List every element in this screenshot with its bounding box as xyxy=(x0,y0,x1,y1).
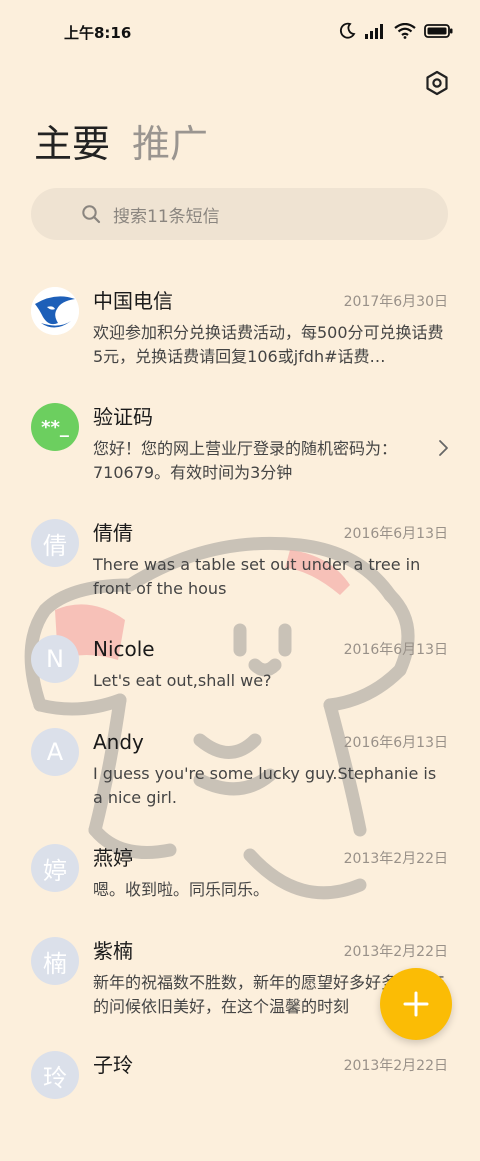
conversation-date: 2016年6月13日 xyxy=(343,642,448,658)
conversation-name: Nicole xyxy=(93,637,155,661)
conversation-date: 2013年2月22日 xyxy=(343,944,448,960)
telecom-avatar xyxy=(31,287,79,335)
conversation-item[interactable]: **_ 验证码 您好！您的网上营业厅登录的随机密码为：710679。有效时间为3… xyxy=(0,403,480,513)
contact-avatar: A xyxy=(31,728,79,776)
search-placeholder: 搜索11条短信 xyxy=(113,207,220,227)
status-icons xyxy=(338,20,454,42)
chevron-right-icon[interactable] xyxy=(436,439,450,457)
conversation-item[interactable]: 倩 倩倩 2016年6月13日 There was a table set ou… xyxy=(0,519,480,629)
china-telecom-logo-icon xyxy=(31,287,79,335)
conversation-preview: 嗯。收到啦。同乐同乐。 xyxy=(93,880,270,899)
conversation-name: 中国电信 xyxy=(93,289,173,313)
plus-icon xyxy=(403,991,429,1017)
contact-avatar: N xyxy=(31,635,79,683)
settings-icon xyxy=(426,70,448,96)
conversation-date: 2016年6月13日 xyxy=(343,735,448,751)
conversation-name: 子玲 xyxy=(93,1053,133,1077)
contact-avatar: 楠 xyxy=(31,937,79,985)
conversation-name: Andy xyxy=(93,730,144,754)
status-bar: 上午8:16 xyxy=(0,0,480,62)
search-icon xyxy=(82,205,101,224)
battery-icon xyxy=(424,24,453,38)
wifi-icon xyxy=(394,23,416,39)
conversation-name: 燕婷 xyxy=(93,846,133,870)
conversation-name: 紫楠 xyxy=(93,939,133,963)
search-bar[interactable]: 搜索11条短信 xyxy=(31,188,448,240)
tab-promotions[interactable]: 推广 xyxy=(132,118,208,170)
conversation-preview: I guess you're some lucky guy.Stephanie … xyxy=(93,764,437,807)
tab-main[interactable]: 主要 xyxy=(34,118,110,170)
status-time: 上午8:16 xyxy=(64,24,132,42)
moon-icon xyxy=(339,22,356,39)
signal-icon xyxy=(365,24,383,39)
settings-button[interactable] xyxy=(422,68,452,98)
contact-avatar: 倩 xyxy=(31,519,79,567)
conversation-preview: 您好！您的网上营业厅登录的随机密码为：710679。有效时间为3分钟 xyxy=(93,439,398,482)
verification-code-avatar: **_ xyxy=(31,403,79,451)
conversation-name: 倩倩 xyxy=(93,521,133,545)
conversation-item[interactable]: 中国电信 2017年6月30日 欢迎参加积分兑换话费活动，每500分可兑换话费5… xyxy=(0,287,480,397)
conversation-preview: 欢迎参加积分兑换话费活动，每500分可兑换话费5元，兑换话费请回复106或jfd… xyxy=(93,323,444,366)
conversation-name: 验证码 xyxy=(93,405,153,429)
conversation-preview: Let's eat out,shall we? xyxy=(93,671,272,690)
conversation-date: 2013年2月22日 xyxy=(343,851,448,867)
new-message-button[interactable] xyxy=(380,968,452,1040)
contact-avatar: 玲 xyxy=(31,1051,79,1099)
tab-bar: 主要 推广 xyxy=(34,118,208,170)
conversation-date: 2016年6月13日 xyxy=(343,526,448,542)
conversation-date: 2013年2月22日 xyxy=(343,1058,448,1074)
conversation-date: 2017年6月30日 xyxy=(343,294,448,310)
conversation-item[interactable]: 玲 子玲 2013年2月22日 xyxy=(0,1051,480,1161)
conversation-item[interactable]: A Andy 2016年6月13日 I guess you're some lu… xyxy=(0,728,480,838)
contact-avatar: 婷 xyxy=(31,844,79,892)
conversation-preview: There was a table set out under a tree i… xyxy=(93,555,421,598)
